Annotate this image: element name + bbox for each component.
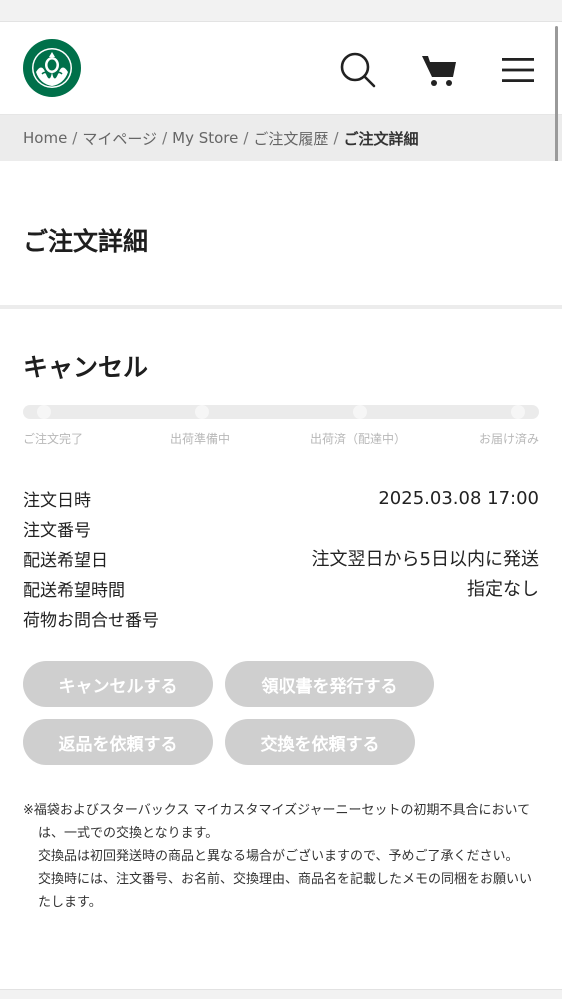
note-line: ※福袋およびスターバックス マイカスタマイズジャーニーセットの初期不具合において… [23,803,531,841]
order-info-row: 注文日時 2025.03.08 17:00 [23,483,539,513]
request-return-button[interactable]: 返品を依頼する [23,719,213,765]
actions-row: キャンセルする 領収書を発行する [23,661,539,707]
step-label-shipped: 出荷済（配達中） [310,432,407,446]
breadcrumb-order-history[interactable]: ご注文履歴 [253,128,328,149]
order-number-label: 注文番号 [23,520,91,541]
page-title-section: ご注文詳細 [0,161,562,309]
search-icon[interactable] [338,50,378,90]
order-info-row: 配送希望日 注文翌日から5日以内に発送 [23,543,539,573]
page-footer [0,989,562,999]
progress-steps: ご注文完了 出荷準備中 出荷済（配達中） お届け済み [23,430,539,446]
breadcrumb-mypage[interactable]: マイページ [82,128,157,149]
breadcrumb-current: ご注文詳細 [343,129,419,148]
order-date-value: 2025.03.08 17:00 [378,487,539,509]
breadcrumb: Home / マイページ / My Store / ご注文履歴 / ご注文詳細 [0,115,562,161]
delivery-date-value: 注文翌日から5日以内に発送 [311,549,539,570]
breadcrumb-separator: / [162,129,168,147]
progress-dot-ordered [37,405,51,419]
breadcrumb-home[interactable]: Home [23,129,67,147]
breadcrumb-separator: / [72,129,78,147]
breadcrumb-separator: / [333,129,339,147]
step-label-ordered: ご注文完了 [23,432,84,446]
starbucks-logo[interactable] [22,38,82,98]
actions-row: 返品を依頼する 交換を依頼する [23,719,539,765]
request-exchange-button[interactable]: 交換を依頼する [225,719,415,765]
step-label-delivered: お届け済み [478,432,539,446]
order-actions: キャンセルする 領収書を発行する 返品を依頼する 交換を依頼する [23,661,539,777]
delivery-date-label: 配送希望日 [23,550,108,571]
note-line: 交換時には、注文番号、お名前、交換理由、商品名を記載したメモの同梱をお願いいたし… [38,872,533,910]
top-strip [0,0,562,22]
delivery-time-label: 配送希望時間 [23,580,125,601]
page-title: ご注文詳細 [23,227,149,256]
cancel-order-button[interactable]: キャンセルする [23,661,213,707]
progress-dot-preparing [195,405,209,419]
progress-dot-shipped [353,405,367,419]
order-detail-section: キャンセル ご注文完了 出荷準備中 出荷済（配達中） お届け済み 注文日時 20… [0,309,562,989]
exchange-notes: ※福袋およびスターバックス マイカスタマイズジャーニーセットの初期不具合において… [23,799,539,914]
order-info-list: 注文日時 2025.03.08 17:00 注文番号 配送希望日 注文翌日から5… [23,483,539,633]
order-date-label: 注文日時 [23,490,91,511]
tracking-number-label: 荷物お問合せ番号 [23,610,159,631]
site-header [0,22,562,115]
order-info-row: 注文番号 [23,513,539,543]
progress-dot-delivered [511,405,525,419]
delivery-time-value: 指定なし [467,579,539,600]
cart-icon[interactable] [420,50,460,90]
order-info-row: 荷物お問合せ番号 [23,603,539,633]
order-info-row: 配送希望時間 指定なし [23,573,539,603]
step-label-preparing: 出荷準備中 [170,432,231,446]
note-line: 交換品は初回発送時の商品と異なる場合がございますので、予めご了承ください。 [38,849,519,864]
order-progress-bar [23,405,539,419]
order-status-title: キャンセル [23,353,149,382]
breadcrumb-separator: / [243,129,249,147]
breadcrumb-mystore[interactable]: My Store [172,129,238,147]
issue-receipt-button[interactable]: 領収書を発行する [225,661,434,707]
hamburger-menu-icon[interactable] [500,55,536,85]
